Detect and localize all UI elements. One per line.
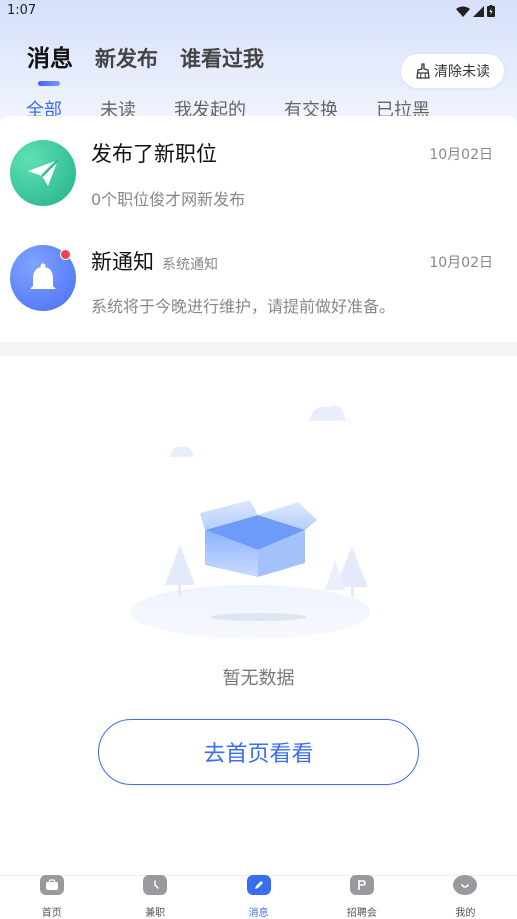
bell-icon xyxy=(30,263,56,289)
message-type-tag: 系统通知 xyxy=(162,257,218,273)
nav-job-fair-label: 招聘会 xyxy=(346,908,377,919)
message-preview: 0个职位俊才网新发布 xyxy=(91,190,246,209)
message-avatar xyxy=(10,140,76,206)
message-date: 10月02日 xyxy=(429,255,493,271)
message-title: 发布了新职位 xyxy=(91,142,217,166)
list-item[interactable]: 新通知 系统通知 10月02日 系统将于今晚进行维护，请提前做好准备。 xyxy=(0,224,517,332)
tab-messages-label: 消息 xyxy=(27,46,73,72)
nav-messages[interactable]: 消息 xyxy=(207,875,310,919)
nav-home[interactable]: 首页 xyxy=(0,875,103,919)
broom-icon xyxy=(416,63,430,79)
bottom-nav: 首页 兼职 消息 招聘会 我的 xyxy=(0,875,517,919)
p-flag-icon xyxy=(349,875,374,895)
message-title: 新通知 系统通知 xyxy=(91,246,218,276)
clear-unread-button[interactable]: 清除未读 xyxy=(401,54,504,88)
section-divider xyxy=(0,342,517,356)
smile-face-icon xyxy=(453,875,478,895)
tab-messages[interactable]: 消息 xyxy=(27,44,73,86)
nav-messages-label: 消息 xyxy=(248,908,269,919)
status-bar: 1:07 xyxy=(0,0,517,22)
tab-new-posts-label: 新发布 xyxy=(95,47,158,71)
filter-initiated[interactable]: 我发起的 xyxy=(174,98,246,116)
paper-plane-icon xyxy=(28,159,59,186)
filter-all[interactable]: 全部 xyxy=(26,98,62,116)
status-time: 1:07 xyxy=(7,3,37,18)
wifi-icon xyxy=(456,6,470,17)
empty-state-text: 暂无数据 xyxy=(222,668,295,689)
tab-viewed-me[interactable]: 谁看过我 xyxy=(180,44,264,74)
unread-dot xyxy=(60,249,71,260)
filter-exchanged[interactable]: 有交换 xyxy=(284,98,338,116)
briefcase-icon xyxy=(39,875,64,895)
empty-box-illustration xyxy=(130,405,370,639)
nav-home-label: 首页 xyxy=(41,908,62,919)
message-edit-icon xyxy=(246,875,271,895)
message-avatar xyxy=(10,245,76,311)
filter-unread[interactable]: 未读 xyxy=(100,98,136,116)
message-date: 10月02日 xyxy=(429,147,493,163)
message-list: 发布了新职位 10月02日 0个职位俊才网新发布 新通知 系统通知 10月02日 … xyxy=(0,116,517,332)
message-preview: 系统将于今晚进行维护，请提前做好准备。 xyxy=(91,297,396,316)
battery-icon xyxy=(487,5,495,17)
message-title-text: 新通知 xyxy=(91,250,154,274)
filter-blocked[interactable]: 已拉黑 xyxy=(376,98,430,116)
nav-part-time-label: 兼职 xyxy=(145,908,166,919)
status-icons xyxy=(456,5,495,17)
filter-tabs: 全部 未读 我发起的 有交换 已拉黑 xyxy=(26,98,468,116)
header-tabs: 消息 新发布 谁看过我 xyxy=(27,44,286,86)
clock-icon xyxy=(143,875,168,895)
go-home-button[interactable]: 去首页看看 xyxy=(98,719,419,785)
clear-unread-label: 清除未读 xyxy=(434,64,490,80)
active-tab-indicator xyxy=(38,81,60,86)
nav-profile[interactable]: 我的 xyxy=(414,875,517,919)
nav-part-time[interactable]: 兼职 xyxy=(103,875,206,919)
nav-profile-label: 我的 xyxy=(455,908,476,919)
tab-viewed-me-label: 谁看过我 xyxy=(180,47,264,71)
nav-job-fair[interactable]: 招聘会 xyxy=(310,875,413,919)
signal-icon xyxy=(473,5,484,17)
list-item[interactable]: 发布了新职位 10月02日 0个职位俊才网新发布 xyxy=(0,116,517,224)
tab-new-posts[interactable]: 新发布 xyxy=(95,44,158,74)
